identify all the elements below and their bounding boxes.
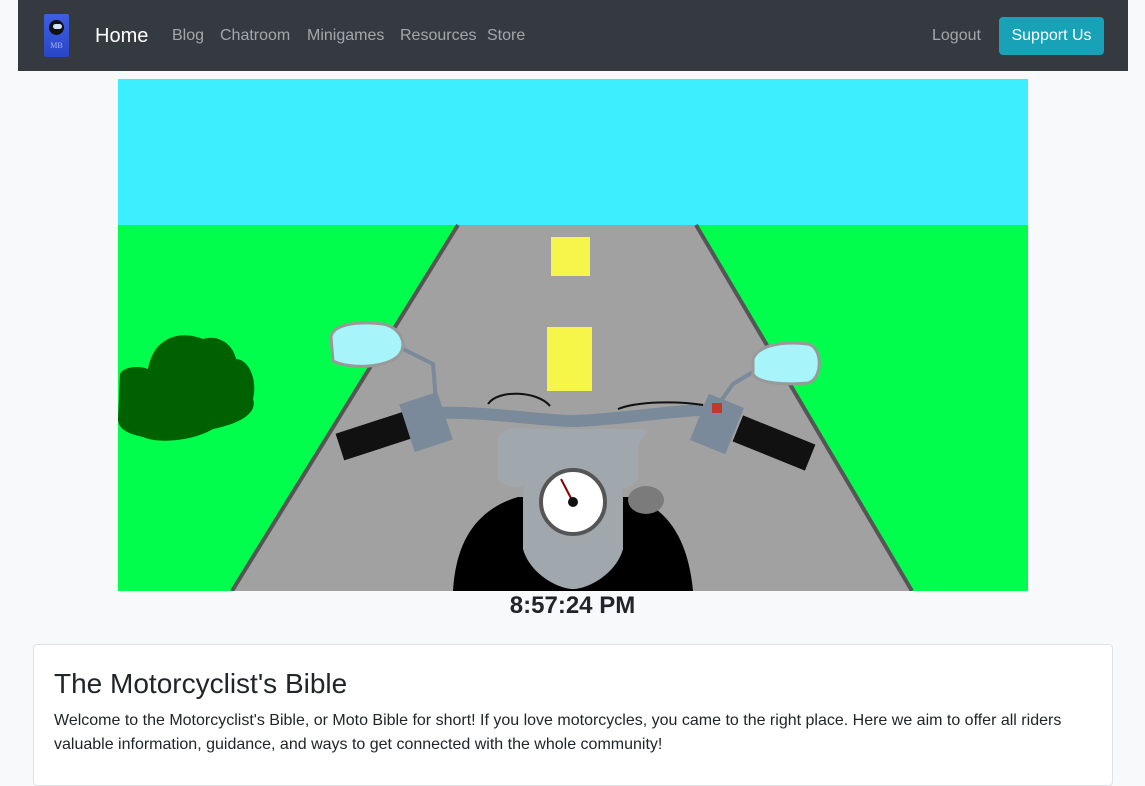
nav-link-blog[interactable]: Blog xyxy=(172,27,204,45)
sky xyxy=(118,79,1028,225)
nav-link-store[interactable]: Store xyxy=(487,27,525,45)
game-clock: 8:57:24 PM xyxy=(509,592,636,619)
nav-link-chatroom[interactable]: Chatroom xyxy=(220,27,290,45)
visor-icon xyxy=(53,24,62,29)
nav-home-link[interactable]: Home xyxy=(95,25,148,48)
lane-marking xyxy=(547,327,592,391)
brand-logo[interactable]: MB xyxy=(44,14,69,57)
brand-text: MB xyxy=(50,41,63,50)
navbar: MB Home Blog Chatroom Minigames Resource… xyxy=(18,0,1128,71)
mirror-right xyxy=(751,341,821,386)
logout-link[interactable]: Logout xyxy=(932,27,981,45)
kill-switch xyxy=(712,403,722,413)
nav-link-resources[interactable]: Resources xyxy=(400,27,476,45)
lane-marking xyxy=(551,237,590,276)
nav-link-minigames[interactable]: Minigames xyxy=(307,27,384,45)
ignition xyxy=(628,486,664,514)
mirror-left xyxy=(329,321,405,368)
intro-card: The Motorcyclist's Bible Welcome to the … xyxy=(33,644,1113,786)
page-title: The Motorcyclist's Bible xyxy=(54,668,348,699)
intro-text: Welcome to the Motorcyclist's Bible, or … xyxy=(54,712,1062,753)
minigame-canvas[interactable] xyxy=(118,79,1028,591)
support-us-button[interactable]: Support Us xyxy=(999,17,1104,55)
speedometer-hub xyxy=(568,497,578,507)
